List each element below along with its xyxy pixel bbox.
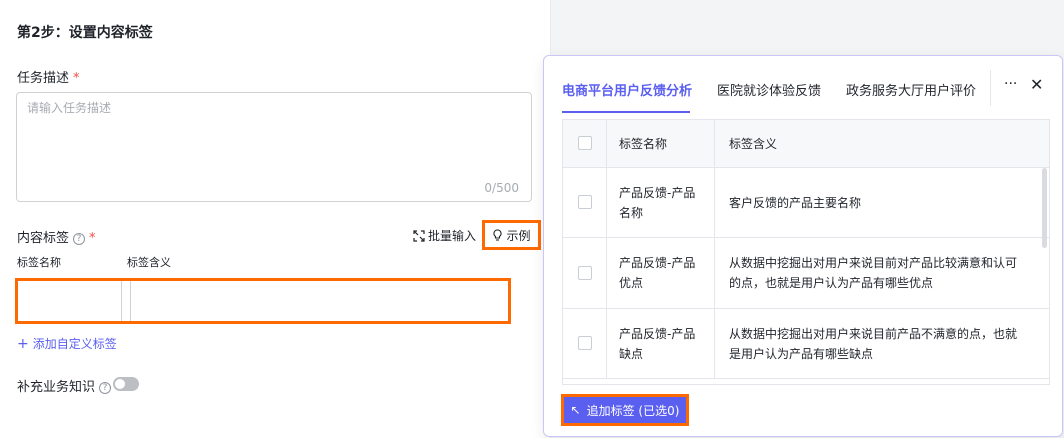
append-tags-label: 追加标签 (已选0) xyxy=(586,403,680,418)
close-icon[interactable]: ✕ xyxy=(1030,75,1043,94)
add-custom-tag-link[interactable]: + 添加自定义标签 xyxy=(17,335,117,352)
more-tabs-button[interactable]: ··· xyxy=(1004,76,1017,92)
table-header-row: 标签名称 标签含义 xyxy=(563,120,1049,168)
supplement-label-text: 补充业务知识 xyxy=(17,380,96,395)
table-header-tag-meaning: 标签含义 xyxy=(729,136,778,151)
bulb-icon xyxy=(493,229,503,241)
example-popover: 电商平台用户反馈分析 医院就诊体验反馈 政务服务大厅用户评价 ··· ✕ 标签名… xyxy=(543,55,1063,437)
table-cell-tag-name: 产品反馈-产品缺点 xyxy=(607,309,715,378)
batch-input-label: 批量输入 xyxy=(428,229,477,243)
table-cell-tag-meaning: 从数据中挖掘出对用户来说目前产品不满意的点，也就是用户认为产品有哪些缺点 xyxy=(729,326,1018,361)
add-custom-tag-label: 添加自定义标签 xyxy=(32,337,117,351)
col-header-tag-meaning: 标签含义 xyxy=(127,256,171,269)
task-desc-label-text: 任务描述 xyxy=(17,71,70,86)
supplement-label: 补充业务知识? xyxy=(17,376,112,395)
scenario-tabs: 电商平台用户反馈分析 医院就诊体验反馈 政务服务大厅用户评价 ··· ✕ xyxy=(544,56,1062,118)
task-desc-textarea[interactable]: 请输入任务描述 0/500 xyxy=(16,92,532,202)
table-cell-tag-meaning: 客户反馈的产品主要名称 xyxy=(729,195,862,210)
table-header-tag-name: 标签名称 xyxy=(607,120,715,167)
task-form-panel: 第2步：设置内容标签 任务描述 * 请输入任务描述 0/500 内容标签? * 批量… xyxy=(0,0,551,438)
example-label: 示例 xyxy=(506,228,531,243)
required-mark: * xyxy=(73,71,80,86)
active-tab-indicator xyxy=(562,111,690,113)
task-desc-label: 任务描述 * xyxy=(17,67,80,86)
help-icon[interactable]: ? xyxy=(99,382,112,394)
tag-meaning-input[interactable] xyxy=(130,281,508,321)
arrow-up-left-icon: ↖ xyxy=(570,403,581,417)
tab-government-service[interactable]: 政务服务大厅用户评价 xyxy=(846,80,976,99)
example-tags-table: 标签名称 标签含义 产品反馈-产品名称 客户反馈的产品主要名称 产品反馈-产品优… xyxy=(562,119,1050,385)
content-tags-label-text: 内容标签 xyxy=(17,231,70,246)
task-desc-char-count: 0/500 xyxy=(484,181,519,195)
row-checkbox[interactable] xyxy=(578,195,592,209)
table-scrollbar[interactable] xyxy=(1042,168,1047,248)
row-checkbox[interactable] xyxy=(578,336,592,350)
batch-input-button[interactable]: 批量输入 xyxy=(413,227,476,244)
tag-input-row xyxy=(15,278,511,324)
content-tags-label: 内容标签? * xyxy=(17,227,96,246)
row-checkbox[interactable] xyxy=(578,266,592,280)
plus-icon: + xyxy=(17,335,29,352)
tab-divider xyxy=(990,70,991,106)
table-cell-tag-meaning: 从数据中挖掘出对用户来说目前对产品比较满意和认可的点，也就是用户认为产品有哪些优… xyxy=(729,256,1018,290)
required-mark: * xyxy=(89,231,96,246)
table-row[interactable]: 产品反馈-产品缺点 从数据中挖掘出对用户来说目前产品不满意的点，也就是用户认为产… xyxy=(563,309,1049,379)
table-cell-tag-name: 产品反馈-产品优点 xyxy=(607,238,715,308)
tab-hospital-feedback[interactable]: 医院就诊体验反馈 xyxy=(717,80,821,99)
expand-icon xyxy=(413,229,425,242)
append-tags-button[interactable]: ↖ 追加标签 (已选0) xyxy=(561,394,689,426)
table-row[interactable]: 产品反馈-产品优点 从数据中挖掘出对用户来说目前对产品比较满意和认可的点，也就是… xyxy=(563,238,1049,309)
example-button[interactable]: 示例 xyxy=(482,220,541,250)
help-icon[interactable]: ? xyxy=(73,233,86,245)
task-desc-placeholder: 请输入任务描述 xyxy=(27,101,112,115)
table-cell-tag-name: 产品反馈-产品名称 xyxy=(607,168,715,237)
tab-ecommerce-feedback[interactable]: 电商平台用户反馈分析 xyxy=(562,80,692,99)
select-all-checkbox[interactable] xyxy=(578,136,592,150)
col-header-tag-name: 标签名称 xyxy=(17,256,61,269)
tag-name-input[interactable] xyxy=(18,281,122,321)
step-title: 第2步：设置内容标签 xyxy=(17,25,153,41)
supplement-toggle[interactable] xyxy=(113,377,139,391)
table-row[interactable]: 产品反馈-产品名称 客户反馈的产品主要名称 xyxy=(563,168,1049,238)
